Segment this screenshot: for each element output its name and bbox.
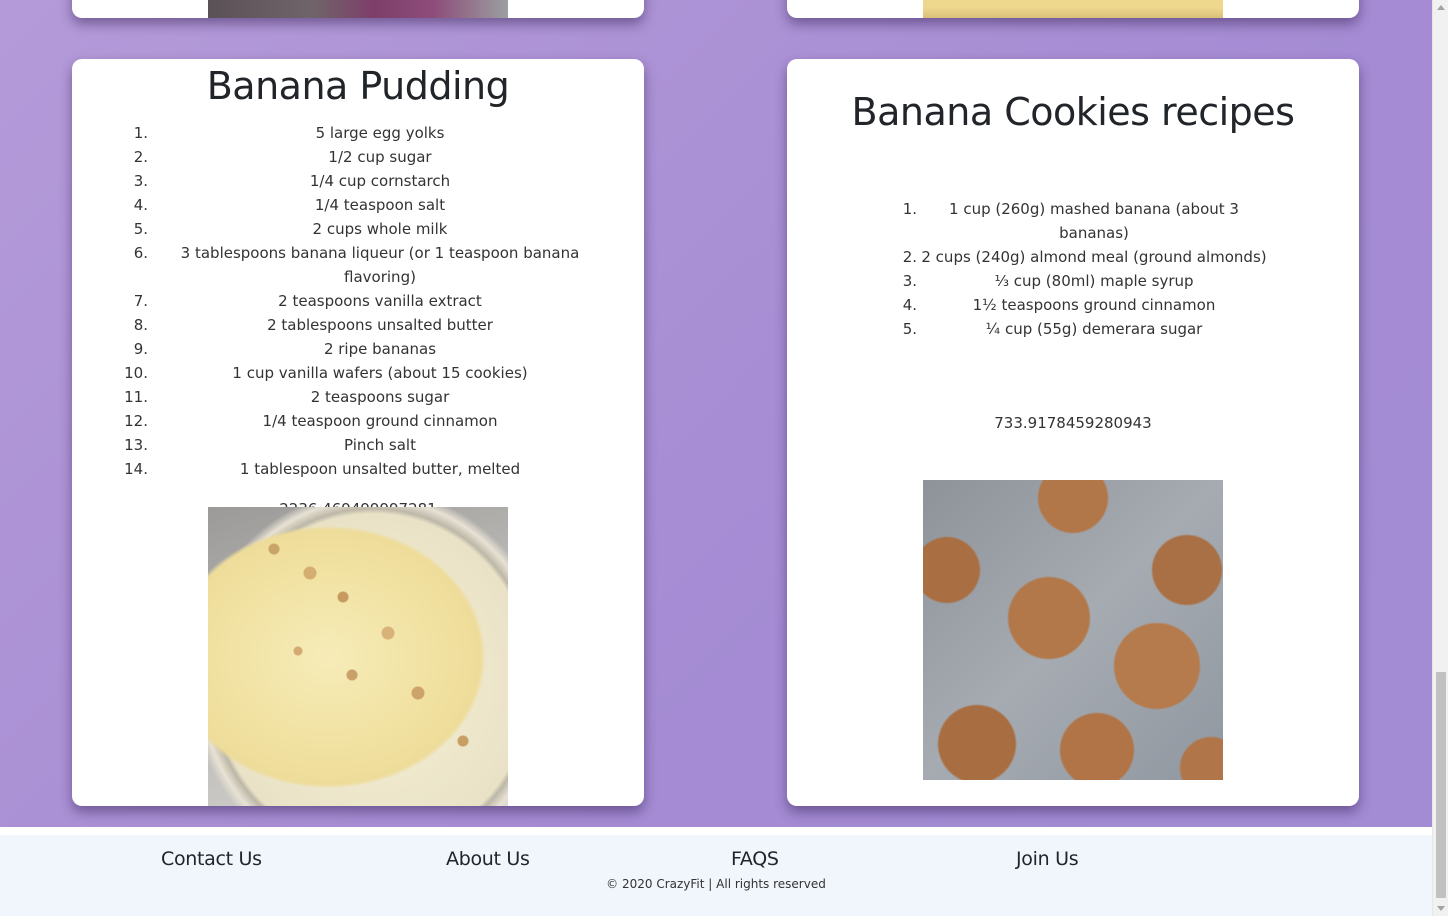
recipe-card-banana-cookies: Banana Cookies recipes 1. 1 cup (260g) ma… — [787, 59, 1359, 806]
copyright-text: © 2020 CrazyFit | All rights reserved — [606, 877, 826, 891]
ingredient-item: 8. 2 tablespoons unsalted butter — [72, 313, 644, 337]
ingredient-item: 2. 1/2 cup sugar — [72, 145, 644, 169]
ingredient-text: 5 large egg yolks — [315, 124, 445, 142]
ingredient-text: 1/4 teaspoon salt — [314, 196, 446, 214]
ingredient-item: 4. 1½ teaspoons ground cinnamon — [787, 293, 1359, 317]
recipe-title: Banana Pudding — [206, 64, 510, 108]
ingredient-item: 3. ⅓ cup (80ml) maple syrup — [787, 269, 1359, 293]
ingredient-item: 3. 1/4 cup cornstarch — [72, 169, 644, 193]
recipe-title: Banana Cookies recipes — [851, 90, 1295, 134]
ingredient-text: 3 tablespoons banana liqueur (or 1 teasp… — [180, 244, 580, 286]
ingredient-item: 1. 1 cup (260g) mashed banana (about 3 ba… — [787, 197, 1359, 245]
ingredient-text: 1/2 cup sugar — [328, 148, 432, 166]
previous-recipe-card-right — [787, 0, 1359, 18]
ingredient-item: 6. 3 tablespoons banana liqueur (or 1 tea… — [72, 241, 644, 289]
footer-link-faqs[interactable]: FAQS — [731, 848, 779, 870]
ingredient-text: 1/4 cup cornstarch — [309, 172, 451, 190]
ingredient-number: 3. — [133, 172, 148, 190]
ingredient-text: 1/4 teaspoon ground cinnamon — [262, 412, 498, 430]
ingredient-text: ⅓ cup (80ml) maple syrup — [994, 272, 1194, 290]
ingredient-number: 13. — [124, 436, 148, 454]
ingredient-text: 2 teaspoons sugar — [310, 388, 450, 406]
footer: Contact Us About Us FAQS Join Us © 2020 … — [0, 827, 1432, 916]
ingredient-number: 7. — [133, 292, 148, 310]
ingredient-number: 11. — [124, 388, 148, 406]
cookies-photo — [923, 480, 1223, 780]
ingredient-number: 3. — [902, 272, 917, 290]
previous-recipe-image-right — [923, 0, 1223, 18]
pudding-photo — [208, 507, 508, 806]
vertical-scrollbar[interactable] — [1432, 0, 1448, 916]
ingredient-number: 2. — [902, 248, 917, 266]
ingredient-text: 1 tablespoon unsalted butter, melted — [239, 460, 521, 478]
ingredient-text: Pinch salt — [344, 436, 416, 454]
banana-pudding-image — [208, 507, 508, 806]
ingredient-text: ¼ cup (55g) demerara sugar — [985, 320, 1203, 338]
ingredient-item: 4. 1/4 teaspoon salt — [72, 193, 644, 217]
ingredient-text: 2 ripe bananas — [323, 340, 437, 358]
banana-cookies-image — [923, 480, 1223, 780]
ingredient-item: 7. 2 teaspoons vanilla extract — [72, 289, 644, 313]
ingredient-number: 6. — [133, 244, 148, 262]
ingredient-number: 10. — [124, 364, 148, 382]
ingredient-text: 1 cup vanilla wafers (about 15 cookies) — [232, 364, 528, 382]
ingredient-number: 5. — [902, 320, 917, 338]
ingredient-number: 4. — [902, 296, 917, 314]
ingredient-item: 13. Pinch salt — [72, 433, 644, 457]
footer-link-join[interactable]: Join Us — [1016, 848, 1079, 870]
ingredient-number: 5. — [133, 220, 148, 238]
ingredient-text: 2 tablespoons unsalted butter — [267, 316, 493, 334]
ingredient-text: 2 cups (240g) almond meal (ground almond… — [921, 248, 1267, 266]
ingredient-item: 9. 2 ripe bananas — [72, 337, 644, 361]
ingredient-text: 1 cup (260g) mashed banana (about 3 bana… — [949, 200, 1239, 242]
ingredient-item: 5. ¼ cup (55g) demerara sugar — [787, 317, 1359, 341]
ingredient-number: 12. — [124, 412, 148, 430]
ingredient-number: 9. — [133, 340, 148, 358]
ingredient-item: 10. 1 cup vanilla wafers (about 15 cookie… — [72, 361, 644, 385]
footer-divider — [0, 827, 1432, 835]
scrollbar-thumb[interactable] — [1436, 672, 1446, 898]
ingredient-item: 12. 1/4 teaspoon ground cinnamon — [72, 409, 644, 433]
ingredient-number: 4. — [133, 196, 148, 214]
ingredient-item: 11. 2 teaspoons sugar — [72, 385, 644, 409]
recipe-card-banana-pudding: Banana Pudding 1. 5 large egg yolks 2. 1/2… — [72, 59, 644, 806]
ingredient-item: 14. 1 tablespoon unsalted butter, melted — [72, 457, 644, 481]
footer-link-contact[interactable]: Contact Us — [161, 848, 262, 870]
ingredient-text: 2 cups whole milk — [312, 220, 448, 238]
footer-link-about[interactable]: About Us — [446, 848, 530, 870]
ingredient-number: 1. — [902, 200, 917, 218]
ingredient-item: 2. 2 cups (240g) almond meal (ground almo… — [787, 245, 1359, 269]
previous-recipe-card-left — [72, 0, 644, 18]
page: Banana Pudding 1. 5 large egg yolks 2. 1/2… — [0, 0, 1432, 916]
ingredients-list: 1. 5 large egg yolks 2. 1/2 cup sugar 3. 1/… — [72, 121, 644, 481]
ingredient-text: 1½ teaspoons ground cinnamon — [972, 296, 1216, 314]
ingredient-item: 5. 2 cups whole milk — [72, 217, 644, 241]
ingredient-text: 2 teaspoons vanilla extract — [278, 292, 482, 310]
scroll-down-arrow-icon[interactable] — [1437, 906, 1445, 911]
calories-value: 733.9178459280943 — [994, 414, 1152, 432]
ingredient-number: 14. — [124, 460, 148, 478]
ingredient-number: 8. — [133, 316, 148, 334]
scroll-up-arrow-icon[interactable] — [1437, 5, 1445, 10]
ingredient-item: 1. 5 large egg yolks — [72, 121, 644, 145]
ingredient-number: 1. — [133, 124, 148, 142]
ingredients-list: 1. 1 cup (260g) mashed banana (about 3 ba… — [787, 197, 1359, 341]
previous-recipe-image-left — [208, 0, 508, 18]
ingredient-number: 2. — [133, 148, 148, 166]
